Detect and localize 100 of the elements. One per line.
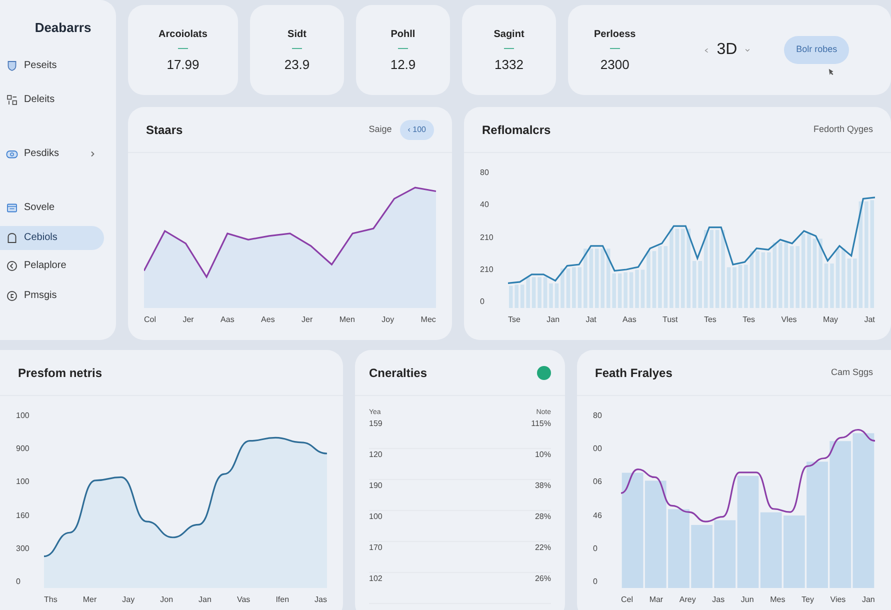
- sidebar-item[interactable]: Sovele: [0, 196, 104, 220]
- sidebar-title: Deabarrs: [34, 19, 92, 37]
- axis-tick: 210: [480, 264, 494, 276]
- axis-label: Jan: [862, 594, 875, 606]
- table-cell: 120: [369, 449, 382, 461]
- axis-tick: 0: [480, 296, 486, 308]
- chevron-left-icon: [704, 48, 709, 52]
- action-button[interactable]: Bolr robes: [784, 36, 850, 64]
- stat-label: Sagint: [494, 28, 524, 42]
- axis-label: Col: [144, 314, 156, 326]
- axis-label: Tes: [742, 314, 756, 326]
- axis-tick: 46: [593, 510, 603, 522]
- window-icon: [6, 202, 18, 214]
- table-cell: 38%: [534, 480, 551, 492]
- axis-label: Mec: [420, 314, 436, 326]
- dash-mark: [398, 48, 408, 49]
- sidebar-item[interactable]: Cebiols: [0, 226, 104, 250]
- table-cell: 115%: [531, 418, 551, 430]
- dash-mark: [292, 48, 302, 49]
- axis-tick: 80: [593, 410, 603, 422]
- axis-label: Aas: [220, 314, 234, 326]
- axis-label: Tes: [704, 314, 716, 326]
- chart-title: Presfom netris: [18, 364, 102, 382]
- back-circle-icon: [6, 260, 18, 272]
- axis-label: Mer: [82, 594, 97, 606]
- stat-value: 23.9: [284, 56, 310, 74]
- chevron-icon: [90, 150, 96, 156]
- sidebar-item[interactable]: Pelaplore: [0, 254, 104, 278]
- table-cell: 190: [369, 480, 382, 492]
- axis-label: Vles: [781, 314, 797, 326]
- chart-note: Cam Sggs: [830, 366, 873, 379]
- axis-label: Vas: [236, 594, 250, 606]
- axis-label: Ifen: [276, 594, 290, 606]
- axis-tick: 160: [16, 510, 30, 522]
- range-pill[interactable]: ‹ 100: [400, 120, 434, 140]
- axis-tick: 210: [480, 232, 494, 244]
- dash-mark: [178, 48, 188, 49]
- axis-tick: 06: [593, 476, 603, 488]
- table-cell: 170: [369, 542, 382, 554]
- axis-tick: 100: [16, 476, 30, 488]
- axis-label: Jan: [198, 594, 212, 606]
- cursor-icon: [828, 68, 836, 74]
- axis-tick: 0: [593, 542, 598, 555]
- chart-title: Staars: [146, 122, 183, 138]
- sidebar-item[interactable]: Pmsgis: [0, 284, 104, 308]
- axis-tick: 900: [16, 443, 30, 456]
- axis-label: Jer: [302, 314, 313, 326]
- stat-value: 12.9: [390, 56, 416, 74]
- axis-label: Cel: [621, 594, 634, 606]
- stat-value: 1332: [494, 56, 524, 74]
- status-badge-icon: [537, 366, 551, 380]
- axis-label: Jan: [546, 314, 560, 326]
- axis-label: Jun: [740, 594, 754, 606]
- chart-title: Reflomalcrs: [482, 122, 551, 138]
- axis-label: May: [822, 314, 838, 326]
- axis-tick: 40: [480, 199, 490, 212]
- axis-label: Jon: [160, 594, 174, 606]
- table-cell: 159: [369, 418, 382, 430]
- stat-value: 2300: [600, 56, 630, 74]
- axis-label: Tey: [802, 594, 814, 606]
- axis-label: Arey: [679, 594, 696, 606]
- axis-label: Aes: [261, 314, 275, 326]
- sidebar-item[interactable]: Pesdiks: [0, 142, 104, 166]
- dash-mark: [504, 48, 514, 49]
- axis-label: Vies: [830, 594, 846, 606]
- sidebar-item[interactable]: Peseits: [0, 54, 104, 78]
- axis-tick: 100: [16, 410, 30, 422]
- axis-label: Aas: [622, 314, 636, 326]
- axis-tick: 00: [593, 443, 603, 456]
- grid-icon: [6, 94, 18, 106]
- table-cell: 10%: [534, 449, 551, 461]
- stat-label: Sidt: [288, 28, 306, 42]
- table-cell: 28%: [534, 511, 551, 523]
- stat-value: 17.99: [166, 56, 200, 74]
- table-cell: 100: [369, 511, 382, 523]
- chevron-down-icon: [745, 48, 750, 52]
- axis-label: Joy: [382, 314, 394, 326]
- axis-label: Jas: [314, 594, 327, 606]
- chart-note: Saige: [368, 122, 392, 136]
- chart-note: Fedorth Qyges: [813, 122, 873, 136]
- sidebar-item[interactable]: Deleits: [0, 88, 104, 112]
- shield-icon: [6, 60, 18, 72]
- period-value: 3D: [716, 40, 738, 60]
- dash-mark: [610, 48, 620, 50]
- axis-label: Men: [339, 314, 355, 326]
- axis-label: Jat: [586, 314, 596, 326]
- axis-label: Jer: [182, 314, 194, 326]
- stat-label: Perloess: [594, 28, 636, 42]
- axis-tick: 0: [593, 576, 598, 588]
- axis-label: Jas: [712, 594, 725, 606]
- axis-tick: 0: [16, 576, 22, 588]
- chart-title: Feath Fralyes: [595, 364, 672, 382]
- stat-label: Arcoiolats: [158, 28, 208, 42]
- axis-tick: 80: [480, 167, 490, 179]
- axis-label: Tust: [662, 314, 678, 326]
- axis-label: Tse: [508, 314, 520, 326]
- axis-label: Ths: [44, 594, 58, 606]
- table-cell: 102: [369, 573, 382, 585]
- axis-tick: 300: [16, 542, 30, 555]
- axis-label: Jay: [122, 594, 135, 606]
